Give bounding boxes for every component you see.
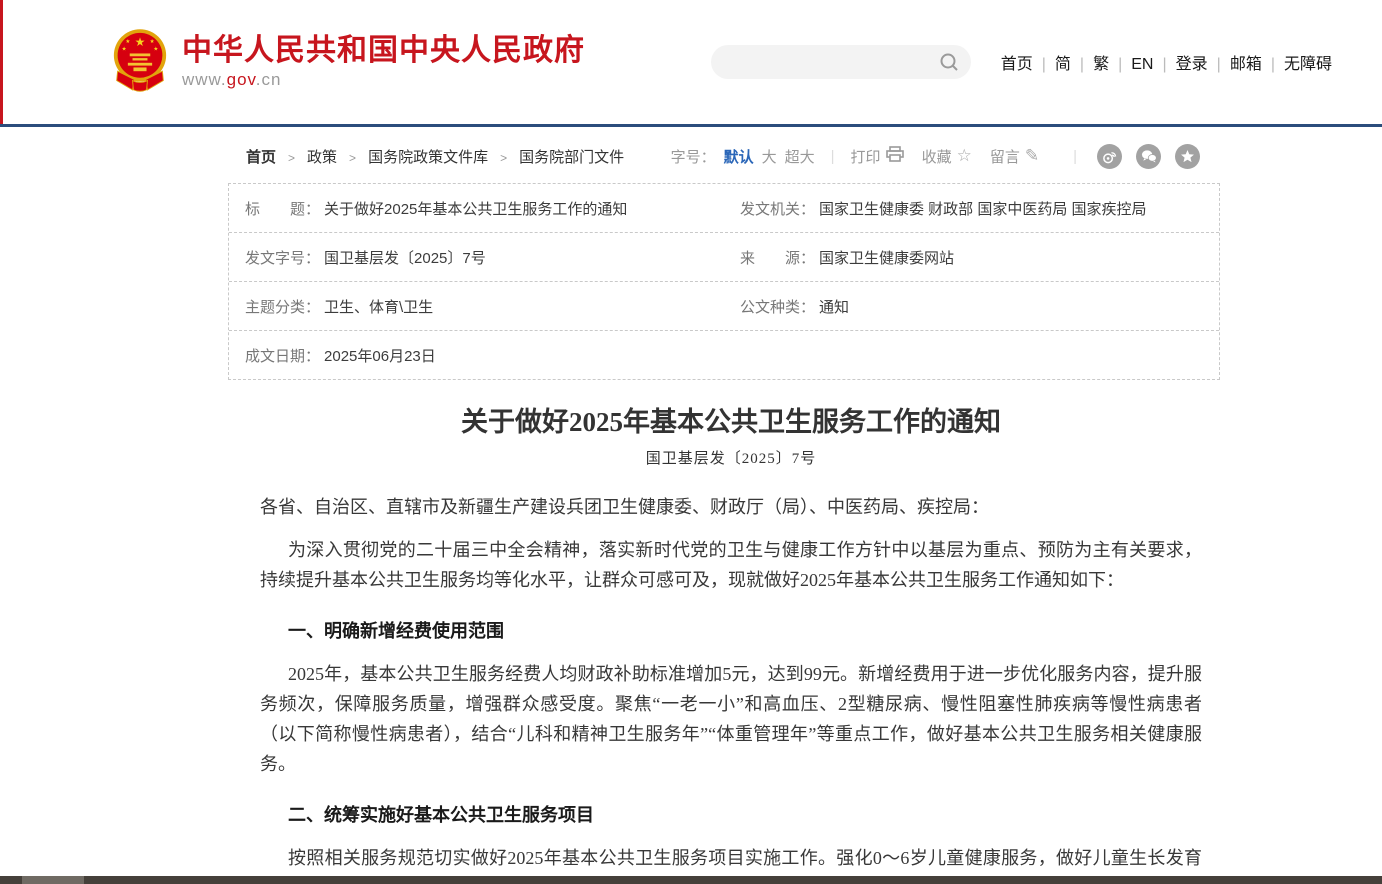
font-size-label: 字号： bbox=[671, 146, 716, 167]
meta-row-0: 标 题：关于做好2025年基本公共卫生服务工作的通知发文机关：国家卫生健康委 财… bbox=[229, 184, 1219, 233]
breadcrumb-toolbar-row: 首页>政策>国务院政策文件库>国务院部门文件 字号： 默认大超大 | 打印 收藏… bbox=[246, 142, 1200, 170]
site-title: 中华人民共和国中央人民政府 bbox=[182, 34, 585, 67]
meta-value: 国家卫生健康委网站 bbox=[819, 247, 954, 268]
breadcrumb-item-2[interactable]: 国务院政策文件库 bbox=[368, 149, 488, 166]
meta-row-2: 主题分类：卫生、体育\卫生公文种类：通知 bbox=[229, 282, 1219, 331]
breadcrumb-item-0[interactable]: 首页 bbox=[246, 149, 276, 166]
svg-text:★: ★ bbox=[150, 38, 155, 45]
star-outline-icon: ☆ bbox=[957, 146, 972, 166]
nav-divider: | bbox=[1033, 56, 1055, 73]
meta-cell-left: 主题分类：卫生、体育\卫生 bbox=[229, 296, 724, 317]
meta-value: 通知 bbox=[819, 296, 849, 317]
nav-divider: | bbox=[1208, 56, 1230, 73]
site-header: ★ ★ ★ ★ ★ 中华人民共和国中央人民政 bbox=[0, 0, 1382, 127]
toolbar-divider: | bbox=[1073, 148, 1077, 165]
meta-cell-right: 来 源：国家卫生健康委网站 bbox=[724, 247, 1219, 268]
meta-label: 公文种类： bbox=[740, 296, 815, 317]
breadcrumb-separator: > bbox=[488, 151, 519, 165]
search-icon[interactable] bbox=[939, 52, 959, 77]
meta-row-3: 成文日期：2025年06月23日 bbox=[229, 331, 1219, 379]
page: ★ ★ ★ ★ ★ 中华人民共和国中央人民政 bbox=[0, 0, 1382, 884]
breadcrumb-separator: > bbox=[337, 151, 368, 165]
nav-item-6[interactable]: 无障碍 bbox=[1284, 56, 1332, 73]
nav-divider: | bbox=[1071, 56, 1093, 73]
site-brand[interactable]: ★ ★ ★ ★ ★ 中华人民共和国中央人民政 bbox=[112, 28, 585, 97]
meta-value: 关于做好2025年基本公共卫生服务工作的通知 bbox=[324, 198, 627, 219]
nav-divider: | bbox=[1262, 56, 1284, 73]
comment-button[interactable]: 留言 ✎ bbox=[990, 146, 1039, 167]
font-size-option-0[interactable]: 默认 bbox=[724, 149, 754, 166]
meta-value: 卫生、体育\卫生 bbox=[324, 296, 433, 317]
top-nav: 首页|简|繁|EN|登录|邮箱|无障碍 bbox=[1001, 50, 1332, 74]
meta-label: 来 源： bbox=[740, 247, 815, 268]
site-url: www.gov.cn bbox=[182, 70, 585, 90]
document-meta-table: 标 题：关于做好2025年基本公共卫生服务工作的通知发文机关：国家卫生健康委 财… bbox=[228, 183, 1220, 380]
meta-cell-right: 公文种类：通知 bbox=[724, 296, 1219, 317]
meta-cell-left: 成文日期：2025年06月23日 bbox=[229, 345, 724, 366]
meta-label: 发文机关： bbox=[740, 198, 815, 219]
body-paragraph: 为深入贯彻党的二十届三中全会精神，落实新时代党的卫生与健康工作方针中以基层为重点… bbox=[260, 535, 1202, 595]
nav-item-1[interactable]: 简 bbox=[1055, 56, 1071, 73]
svg-text:★: ★ bbox=[135, 35, 146, 49]
nav-item-2[interactable]: 繁 bbox=[1093, 56, 1109, 73]
breadcrumb-separator: > bbox=[276, 151, 307, 165]
qzone-icon[interactable] bbox=[1175, 144, 1200, 169]
favorite-button[interactable]: 收藏 ☆ bbox=[922, 146, 972, 167]
wechat-icon[interactable] bbox=[1136, 144, 1161, 169]
font-size-options: 默认大超大 bbox=[716, 146, 815, 167]
svg-text:★: ★ bbox=[125, 38, 130, 45]
toolbar-divider: | bbox=[831, 148, 835, 165]
national-emblem-logo: ★ ★ ★ ★ ★ bbox=[112, 28, 168, 97]
nav-item-5[interactable]: 邮箱 bbox=[1230, 56, 1262, 73]
meta-cell-left: 标 题：关于做好2025年基本公共卫生服务工作的通知 bbox=[229, 198, 724, 219]
meta-value: 国家卫生健康委 财政部 国家中医药局 国家疾控局 bbox=[819, 198, 1147, 219]
page-tools: 字号： 默认大超大 | 打印 收藏 ☆ 留言 ✎ bbox=[671, 144, 1200, 169]
nav-divider: | bbox=[1153, 56, 1175, 73]
printer-icon bbox=[886, 146, 904, 166]
nav-item-0[interactable]: 首页 bbox=[1001, 56, 1033, 73]
section-heading: 一、明确新增经费使用范围 bbox=[260, 616, 1202, 646]
meta-value: 2025年06月23日 bbox=[324, 345, 436, 366]
meta-label: 标 题： bbox=[245, 198, 320, 219]
meta-value: 国卫基层发〔2025〕7号 bbox=[324, 247, 486, 268]
meta-label: 成文日期： bbox=[245, 345, 320, 366]
nav-item-3[interactable]: EN bbox=[1131, 56, 1153, 73]
section-heading: 二、统筹实施好基本公共卫生服务项目 bbox=[260, 800, 1202, 830]
body-paragraph: 各省、自治区、直辖市及新疆生产建设兵团卫生健康委、财政厅（局）、中医药局、疾控局… bbox=[260, 492, 1202, 522]
weibo-icon[interactable] bbox=[1097, 144, 1122, 169]
horizontal-scrollbar[interactable] bbox=[0, 876, 1382, 884]
print-button[interactable]: 打印 bbox=[851, 146, 904, 167]
font-size-option-1[interactable]: 大 bbox=[762, 149, 777, 166]
document-body: 关于做好2025年基本公共卫生服务工作的通知 国卫基层发〔2025〕7号 各省、… bbox=[228, 400, 1220, 884]
font-size-option-2[interactable]: 超大 bbox=[785, 149, 815, 166]
svg-text:★: ★ bbox=[153, 45, 158, 52]
breadcrumb-item-3[interactable]: 国务院部门文件 bbox=[519, 149, 624, 166]
search-box[interactable] bbox=[711, 45, 971, 79]
meta-cell-left: 发文字号：国卫基层发〔2025〕7号 bbox=[229, 247, 724, 268]
breadcrumb-item-1[interactable]: 政策 bbox=[307, 149, 337, 166]
search-input[interactable] bbox=[725, 45, 929, 81]
svg-text:★: ★ bbox=[122, 45, 127, 52]
document-number: 国卫基层发〔2025〕7号 bbox=[260, 447, 1202, 468]
body-paragraph: 2025年，基本公共卫生服务经费人均财政补助标准增加5元，达到99元。新增经费用… bbox=[260, 659, 1202, 779]
window-edge-accent bbox=[0, 0, 3, 124]
breadcrumb: 首页>政策>国务院政策文件库>国务院部门文件 bbox=[246, 146, 624, 167]
meta-label: 主题分类： bbox=[245, 296, 320, 317]
pencil-icon: ✎ bbox=[1025, 146, 1039, 166]
document-paragraphs: 各省、自治区、直辖市及新疆生产建设兵团卫生健康委、财政厅（局）、中医药局、疾控局… bbox=[260, 492, 1202, 884]
document-title: 关于做好2025年基本公共卫生服务工作的通知 bbox=[260, 400, 1202, 439]
scrollbar-thumb[interactable] bbox=[22, 876, 84, 884]
nav-divider: | bbox=[1109, 56, 1131, 73]
nav-item-4[interactable]: 登录 bbox=[1176, 56, 1208, 73]
share-icons bbox=[1097, 144, 1200, 169]
meta-label: 发文字号： bbox=[245, 247, 320, 268]
meta-cell-right: 发文机关：国家卫生健康委 财政部 国家中医药局 国家疾控局 bbox=[724, 198, 1219, 219]
meta-row-1: 发文字号：国卫基层发〔2025〕7号来 源：国家卫生健康委网站 bbox=[229, 233, 1219, 282]
